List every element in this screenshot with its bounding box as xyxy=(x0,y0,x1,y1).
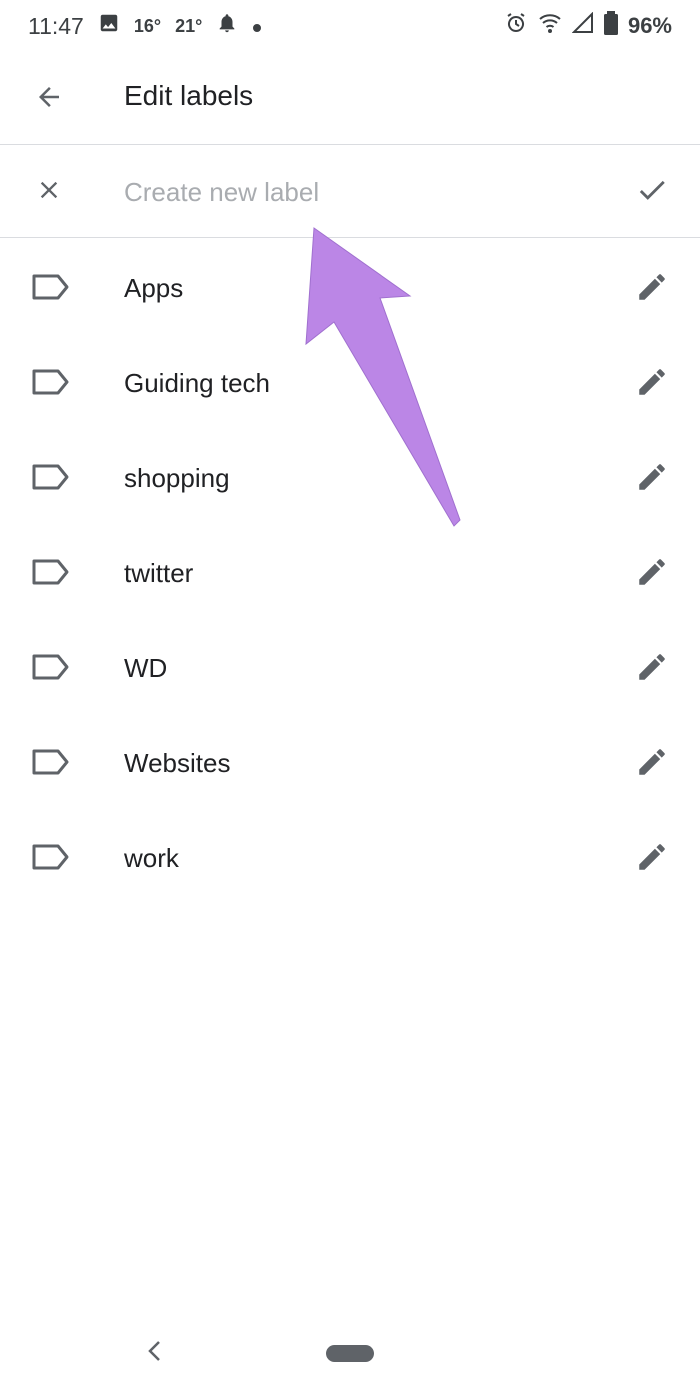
label-outline-icon xyxy=(30,368,70,396)
bell-icon xyxy=(216,12,238,40)
label-row[interactable]: Guiding tech xyxy=(0,335,700,430)
confirm-button[interactable] xyxy=(630,171,674,213)
status-right: 96% xyxy=(504,11,672,41)
edit-label-button[interactable] xyxy=(630,457,674,501)
battery-percent: 96% xyxy=(627,13,672,38)
alarm-icon xyxy=(504,11,528,41)
pencil-icon xyxy=(635,270,669,309)
image-notification-icon xyxy=(98,12,120,40)
label-outline-icon xyxy=(30,653,70,681)
status-left: 11:47 16° 21° xyxy=(28,12,262,40)
pencil-icon xyxy=(635,745,669,784)
edit-label-button[interactable] xyxy=(630,552,674,596)
close-icon xyxy=(35,176,63,209)
label-name: twitter xyxy=(124,558,194,588)
status-temp-high: 21° xyxy=(175,15,203,36)
chevron-left-icon xyxy=(146,1340,162,1367)
label-row[interactable]: twitter xyxy=(0,525,700,620)
label-name: Apps xyxy=(124,273,184,303)
label-row[interactable]: work xyxy=(0,810,700,905)
check-icon xyxy=(635,173,669,212)
pencil-icon xyxy=(635,840,669,879)
label-row[interactable]: Websites xyxy=(0,715,700,810)
label-row[interactable]: Apps xyxy=(0,240,700,335)
label-outline-icon xyxy=(30,273,70,301)
label-row[interactable]: WD xyxy=(0,620,700,715)
page-title: Edit labels xyxy=(124,80,254,111)
battery-icon xyxy=(603,11,618,41)
label-list: Apps Guiding tech shopping twitter WD We… xyxy=(0,240,700,905)
label-outline-icon xyxy=(30,843,70,871)
create-label-row xyxy=(0,146,700,238)
label-name: WD xyxy=(124,653,168,683)
pencil-icon xyxy=(635,555,669,594)
app-bar: Edit labels xyxy=(0,52,700,145)
label-name: work xyxy=(124,843,179,873)
status-time: 11:47 xyxy=(28,12,84,39)
edit-label-button[interactable] xyxy=(630,647,674,691)
edit-label-button[interactable] xyxy=(630,362,674,406)
pencil-icon xyxy=(635,650,669,689)
cellular-signal-icon xyxy=(571,11,594,40)
new-label-input[interactable] xyxy=(124,168,604,216)
system-back-button[interactable] xyxy=(140,1337,168,1369)
label-outline-icon xyxy=(30,463,70,491)
home-pill[interactable] xyxy=(326,1345,374,1362)
label-name: Guiding tech xyxy=(124,368,270,398)
arrow-back-icon xyxy=(34,82,64,117)
status-temp-low: 16° xyxy=(133,15,162,36)
label-name: shopping xyxy=(124,463,230,493)
back-button[interactable] xyxy=(28,78,70,120)
system-nav-bar xyxy=(0,1309,700,1399)
edit-label-button[interactable] xyxy=(630,837,674,881)
dot-indicator-icon xyxy=(252,13,262,39)
pencil-icon xyxy=(635,460,669,499)
label-outline-icon xyxy=(30,558,70,586)
edit-label-button[interactable] xyxy=(630,267,674,311)
pencil-icon xyxy=(635,365,669,404)
label-row[interactable]: shopping xyxy=(0,430,700,525)
cancel-button[interactable] xyxy=(28,171,70,213)
edit-label-button[interactable] xyxy=(630,742,674,786)
label-name: Websites xyxy=(124,748,231,778)
label-outline-icon xyxy=(30,748,70,776)
wifi-icon xyxy=(538,12,562,40)
status-bar: 11:47 16° 21° 96% xyxy=(0,0,700,52)
